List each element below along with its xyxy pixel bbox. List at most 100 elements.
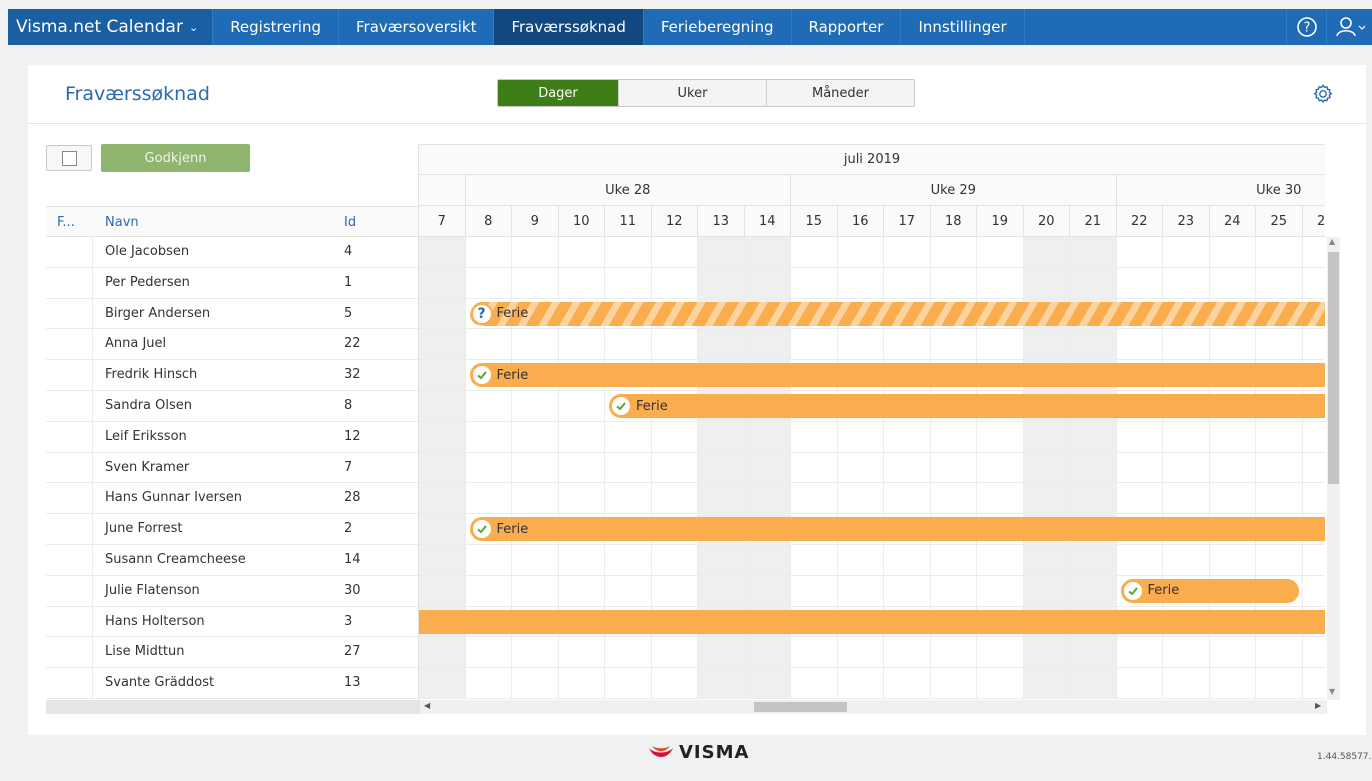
table-row[interactable]: Leif Eriksson 12 — [46, 421, 420, 453]
tab-uker[interactable]: Uker — [618, 80, 766, 106]
chevron-down-icon: ⌄ — [188, 20, 199, 34]
calendar-horizontal-scrollbar[interactable]: ◀ ▶ — [420, 700, 1327, 714]
nav-innstillinger[interactable]: Innstillinger — [901, 9, 1025, 45]
employee-name: Hans Gunnar Iversen — [105, 490, 243, 506]
table-row[interactable]: Hans Gunnar Iversen 28 — [46, 483, 420, 515]
help-icon: ? — [1296, 17, 1317, 37]
row-divider — [419, 698, 1325, 699]
table-row[interactable]: Hans Holterson 3 — [46, 606, 420, 638]
week-header-empty — [419, 175, 466, 206]
calendar-grid: juli 2019 Uke 28 Uke 29 Uke 30 7 8 9 10 11 12 13… — [418, 144, 1325, 714]
row-flag-cell — [46, 514, 93, 544]
table-row[interactable]: Ole Jacobsen 4 — [46, 237, 420, 268]
day-header-row: 7891011121314151617181920212223242526 — [419, 206, 1325, 237]
day-header: 26 — [1302, 206, 1325, 237]
user-menu-button[interactable] — [1326, 9, 1372, 45]
row-divider — [419, 574, 1325, 576]
day-header: 19 — [977, 206, 1024, 237]
nav-fravaersoversikt[interactable]: Fraværsoversikt — [339, 9, 495, 45]
employee-name: Hans Holterson — [105, 613, 205, 629]
day-header: 8 — [465, 206, 512, 237]
nav-fravaerssoknad[interactable]: Fraværssøknad — [494, 9, 644, 45]
left-horizontal-scrollbar[interactable] — [46, 700, 420, 714]
tab-maneder[interactable]: Måneder — [766, 80, 914, 106]
table-row[interactable]: Anna Juel 22 — [46, 329, 420, 361]
table-row[interactable]: June Forrest 2 — [46, 514, 420, 545]
horizontal-scroll-thumb[interactable] — [754, 702, 847, 712]
absence-bar[interactable] — [419, 609, 1325, 634]
table-row[interactable]: Birger Andersen 5 — [46, 298, 420, 330]
day-header: 24 — [1209, 206, 1256, 237]
gear-icon[interactable] — [1312, 83, 1334, 105]
absence-bar[interactable]: Ferie — [609, 394, 1325, 418]
vertical-scrollbar[interactable]: ▲ ▼ — [1327, 237, 1340, 700]
employee-id: 5 — [344, 305, 353, 321]
scroll-down-arrow-icon[interactable]: ▼ — [1329, 687, 1335, 696]
employee-id: 22 — [344, 336, 361, 352]
employee-name: Susann Creamcheese — [105, 551, 246, 567]
vertical-scroll-thumb[interactable] — [1328, 252, 1339, 484]
table-row[interactable]: Lise Midttun 27 — [46, 637, 420, 669]
absence-bar[interactable]: ? Ferie — [469, 301, 1325, 326]
row-divider — [419, 328, 1325, 330]
month-header: juli 2019 — [419, 144, 1325, 175]
nav-ferieberegning[interactable]: Ferieberegning — [644, 9, 792, 45]
employee-id: 28 — [344, 490, 361, 506]
employee-id: 3 — [344, 613, 353, 629]
table-row[interactable]: Sandra Olsen 8 — [46, 390, 420, 422]
nav-rapporter[interactable]: Rapporter — [792, 9, 902, 45]
row-divider — [419, 297, 1325, 299]
header-divider — [28, 123, 1366, 124]
absence-bar[interactable]: Ferie — [1120, 578, 1299, 603]
column-header-navn[interactable]: Navn — [105, 215, 139, 230]
absence-bar[interactable]: Ferie — [469, 363, 1325, 388]
row-divider — [419, 513, 1325, 515]
table-row[interactable]: Susann Creamcheese 14 — [46, 544, 420, 576]
employee-id: 8 — [344, 397, 353, 413]
approve-button[interactable]: Godkjenn — [101, 144, 250, 172]
day-header: 25 — [1256, 206, 1303, 237]
check-icon — [1121, 579, 1144, 602]
nav-registrering[interactable]: Registrering — [213, 9, 339, 45]
employee-name: Birger Andersen — [105, 305, 211, 321]
row-flag-cell — [46, 544, 93, 575]
employee-id: 2 — [344, 521, 353, 537]
row-flag-cell — [46, 483, 93, 514]
column-header-f[interactable]: F... — [57, 215, 75, 230]
employee-name: Sven Kramer — [105, 459, 190, 475]
column-header-id[interactable]: Id — [344, 215, 356, 230]
table-row[interactable]: Per Pedersen 1 — [46, 267, 420, 299]
select-all-checkbox[interactable] — [46, 145, 92, 171]
absence-label: Ferie — [496, 367, 529, 383]
absence-bar[interactable]: Ferie — [469, 517, 1325, 542]
row-divider — [419, 636, 1325, 638]
table-row[interactable]: Sven Kramer 7 — [46, 452, 420, 484]
row-divider — [419, 451, 1325, 453]
row-divider — [419, 420, 1325, 422]
scroll-up-arrow-icon[interactable]: ▲ — [1329, 237, 1335, 246]
day-header: 9 — [512, 206, 559, 237]
version-label: 1.44.58577.0 — [1317, 752, 1372, 762]
visma-logo: VISMA — [648, 742, 749, 763]
tab-dager[interactable]: Dager — [498, 80, 618, 106]
scroll-left-arrow-icon[interactable]: ◀ — [424, 701, 430, 710]
check-icon — [610, 395, 632, 417]
employee-name: June Forrest — [105, 521, 183, 537]
app-title: Visma.net Calendar — [16, 17, 183, 37]
day-header: 10 — [558, 206, 605, 237]
table-row[interactable]: Fredrik Hinsch 32 — [46, 360, 420, 391]
absence-label: Ferie — [636, 398, 668, 414]
table-row[interactable]: Julie Flatenson 30 — [46, 575, 420, 607]
row-flag-cell — [46, 390, 93, 421]
table-row[interactable]: Svante Gräddost 13 — [46, 668, 420, 699]
help-button[interactable]: ? — [1286, 9, 1326, 45]
row-flag-cell — [46, 360, 93, 390]
checkbox-box — [62, 151, 77, 166]
row-flag-cell — [46, 637, 93, 668]
employee-id: 13 — [344, 675, 361, 691]
app-switcher[interactable]: Visma.net Calendar ⌄ — [8, 9, 214, 45]
row-flag-cell — [46, 329, 93, 360]
employee-id: 12 — [344, 428, 361, 444]
svg-text:?: ? — [1303, 21, 1310, 36]
scroll-right-arrow-icon[interactable]: ▶ — [1315, 701, 1321, 710]
